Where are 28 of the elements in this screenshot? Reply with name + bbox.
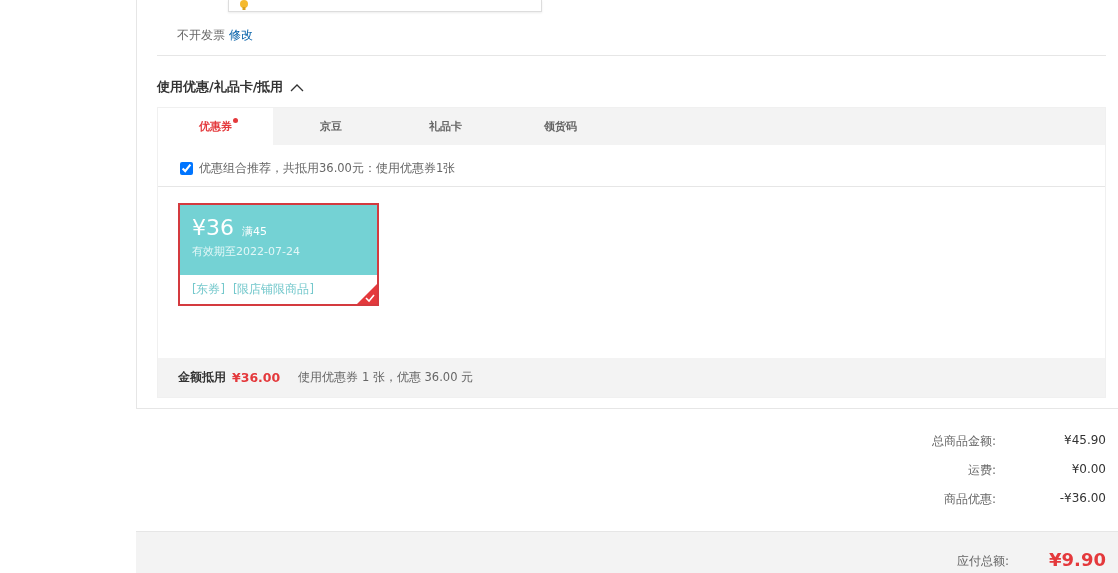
summary-label: 商品优惠:: [943, 491, 996, 508]
deduction-amount: ¥36.00: [232, 370, 281, 385]
coupon-condition: 满45: [242, 225, 267, 238]
coupon-tag: [东券]: [192, 282, 225, 297]
summary-value: ¥0.00: [1070, 462, 1106, 478]
summary-label: 运费:: [967, 462, 996, 479]
summary-value: ¥45.90: [1063, 433, 1106, 449]
tab[interactable]: 优惠券: [158, 108, 273, 145]
tab[interactable]: 京豆: [273, 108, 388, 145]
tab[interactable]: 礼品卡: [388, 108, 503, 145]
chevron-up-icon[interactable]: [289, 82, 304, 92]
edit-link[interactable]: 修改: [229, 27, 253, 44]
lightbulb-icon: [239, 0, 249, 10]
summary-value: -¥36.00: [1058, 491, 1106, 507]
section-title: 使用优惠/礼品卡/抵用: [157, 78, 284, 96]
summary-label: 总商品金额:: [931, 433, 996, 450]
total-amount: ¥9.90: [1049, 549, 1106, 570]
coupon-amount: ¥36: [192, 215, 234, 240]
recommend-text: 优惠组合推荐，共抵用36.00元：使用优惠券1张: [199, 161, 456, 176]
total-label: 应付总额:: [957, 553, 1010, 570]
coupon-expiry: 有效期至2022-07-24: [192, 244, 301, 259]
tab[interactable]: 领货码: [503, 108, 618, 145]
deduction-note: 使用优惠券 1 张，优惠 36.00 元: [298, 370, 474, 385]
invoice-status: 不开发票: [177, 27, 225, 44]
coupon-tag: [限店铺限商品]: [233, 282, 314, 297]
deduction-label: 金额抵用: [178, 370, 226, 385]
check-corner-icon: [357, 284, 377, 304]
checkbox[interactable]: [180, 162, 193, 175]
